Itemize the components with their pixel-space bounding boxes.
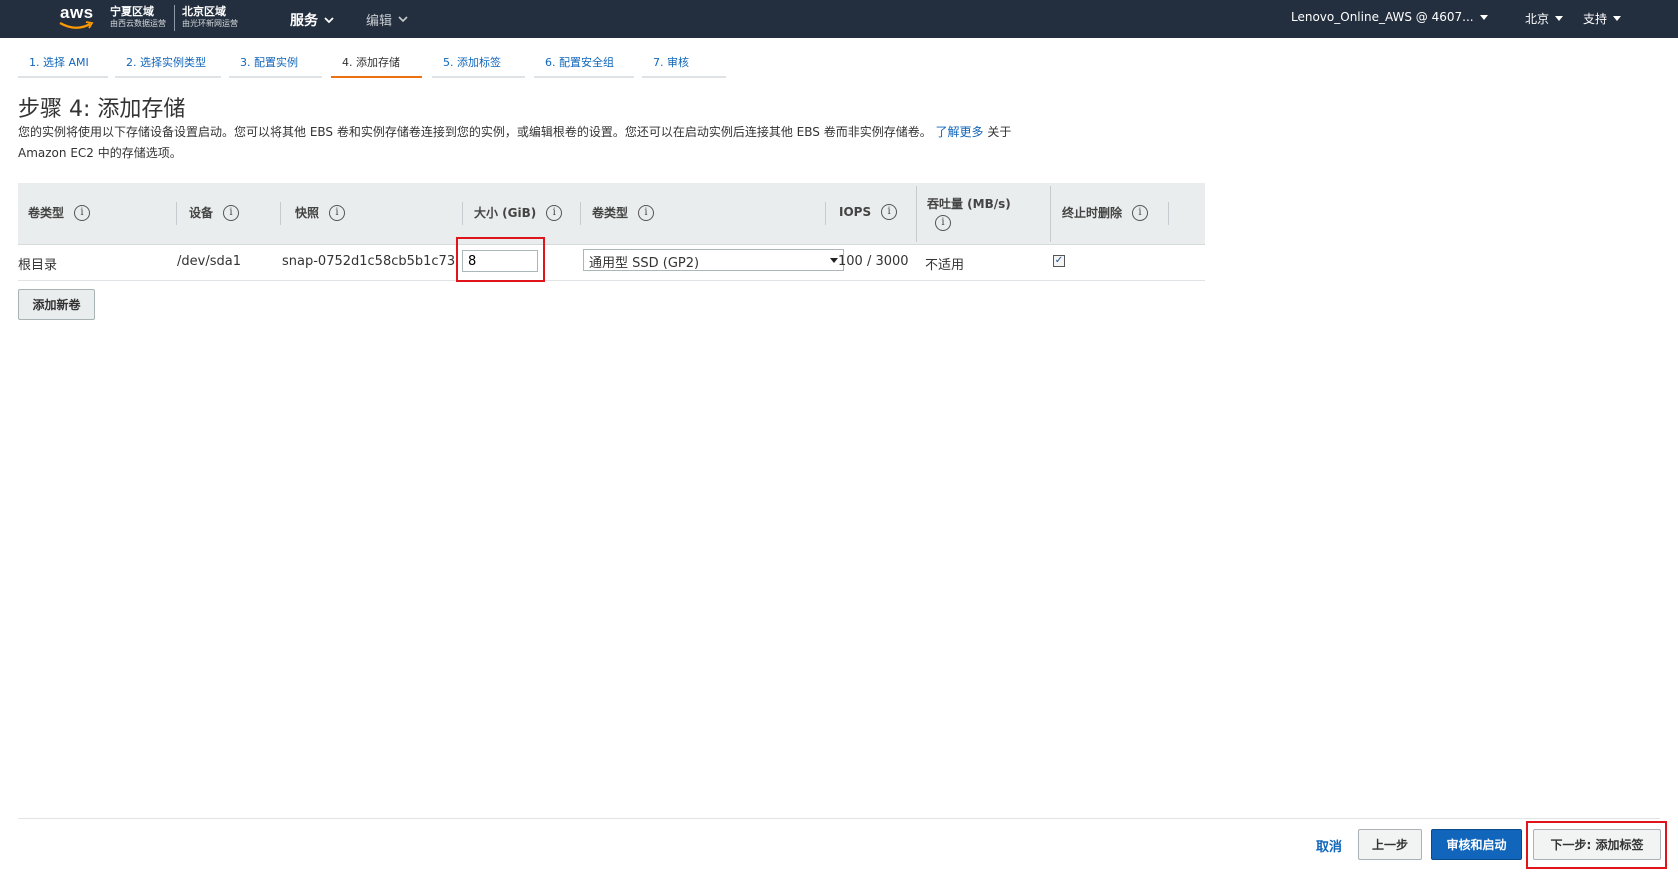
header-snapshot: 快照 i (295, 204, 346, 221)
services-label: 服务 (290, 13, 318, 29)
top-navbar: aws 宁夏区域 由西云数据运营 北京区域 由光环新网运营 服务 编辑 Leno… (0, 0, 1678, 38)
column-divider (176, 202, 177, 225)
region-ningxia-subtitle: 由西云数据运营 (110, 19, 166, 28)
header-iops-label: IOPS (839, 205, 872, 219)
info-icon[interactable]: i (74, 204, 91, 221)
chevron-down-icon (398, 16, 408, 23)
services-menu[interactable]: 服务 (290, 10, 334, 30)
header-volume-type-label: 卷类型 (28, 206, 65, 220)
column-divider (825, 202, 826, 225)
chevron-down-icon (324, 16, 334, 23)
review-and-launch-button[interactable]: 审核和启动 (1431, 829, 1522, 860)
cell-throughput: 不适用 (925, 258, 965, 273)
page-title: 步骤 4: 添加存储 (18, 97, 186, 122)
aws-logo[interactable]: aws (58, 3, 102, 35)
header-iops: IOPS i (839, 204, 898, 220)
caret-down-icon (1613, 16, 1622, 21)
aws-logo-text: aws (60, 3, 94, 22)
region-ningxia: 宁夏区域 由西云数据运营 (110, 5, 166, 29)
description-text: 您的实例将使用以下存储设备设置启动。您可以将其他 EBS 卷和实例存储卷连接到您… (18, 125, 932, 139)
info-icon[interactable]: i (546, 204, 563, 221)
info-icon[interactable]: i (935, 215, 951, 231)
step-add-tags[interactable]: 5. 添加标签 (432, 54, 525, 78)
step-add-storage[interactable]: 4. 添加存储 (331, 54, 422, 78)
edit-menu[interactable]: 编辑 (366, 10, 408, 29)
region-ningxia-title: 宁夏区域 (110, 5, 154, 18)
step-choose-instance-type[interactable]: 2. 选择实例类型 (115, 54, 221, 78)
caret-down-icon (1479, 14, 1488, 20)
header-throughput: 吞吐量 (MB/s) i (927, 195, 1011, 231)
column-divider (1050, 186, 1051, 242)
region-beijing: 北京区域 由光环新网运营 (182, 5, 238, 29)
column-divider (462, 202, 463, 225)
dropdown-arrow-icon (830, 258, 838, 263)
region-beijing-subtitle: 由光环新网运营 (182, 19, 238, 28)
step-configure-security-group[interactable]: 6. 配置安全组 (534, 54, 634, 78)
region-divider (174, 5, 175, 31)
header-delete-on-termination: 终止时删除 i (1062, 204, 1149, 221)
volume-type-selected-value: 通用型 SSD (GP2) (589, 256, 700, 271)
account-label: Lenovo_Online_AWS @ 4607... (1291, 10, 1474, 24)
header-throughput-label: 吞吐量 (MB/s) (927, 197, 1011, 211)
cell-volume-type: 根目录 (18, 258, 58, 273)
info-icon[interactable]: i (881, 204, 898, 220)
add-new-volume-button[interactable]: 添加新卷 (18, 289, 95, 320)
region-beijing-title: 北京区域 (182, 5, 226, 18)
table-row: 根目录 /dev/sda1 snap-0752d1c58cb5b1c73 通用型… (18, 244, 1205, 281)
region-label: 北京 (1525, 12, 1550, 26)
size-input[interactable] (462, 250, 538, 272)
learn-more-link[interactable]: 了解更多 (936, 125, 984, 139)
header-size: 大小 (GiB) i (474, 204, 563, 221)
info-icon[interactable]: i (223, 204, 240, 221)
column-divider (280, 202, 281, 225)
column-divider (580, 202, 581, 225)
header-snapshot-label: 快照 (295, 206, 320, 220)
aws-smile-icon (59, 21, 94, 29)
cancel-link[interactable]: 取消 (1316, 836, 1342, 855)
header-ebs-volume-type-label: 卷类型 (592, 206, 629, 220)
delete-on-termination-checkbox[interactable]: ✓ (1053, 255, 1065, 267)
footer-divider (18, 818, 1660, 819)
page-description: 您的实例将使用以下存储设备设置启动。您可以将其他 EBS 卷和实例存储卷连接到您… (18, 122, 1038, 164)
previous-button[interactable]: 上一步 (1358, 829, 1422, 860)
header-size-label: 大小 (GiB) (474, 206, 537, 220)
step-review[interactable]: 7. 审核 (642, 54, 726, 78)
info-icon[interactable]: i (329, 204, 346, 221)
header-device: 设备 i (189, 204, 240, 221)
header-delete-on-termination-label: 终止时删除 (1062, 206, 1123, 220)
edit-label: 编辑 (366, 14, 393, 29)
header-device-label: 设备 (189, 206, 214, 220)
header-ebs-volume-type: 卷类型 i (592, 204, 655, 221)
header-volume-type: 卷类型 i (28, 204, 91, 221)
storage-table-header: 卷类型 i 设备 i 快照 i 大小 (GiB) i 卷类型 i IOPS i … (18, 183, 1205, 245)
column-divider (1168, 202, 1169, 225)
caret-down-icon (1555, 16, 1564, 21)
next-add-tags-button[interactable]: 下一步: 添加标签 (1533, 829, 1661, 860)
info-icon[interactable]: i (638, 204, 655, 221)
cell-iops: 100 / 3000 (838, 254, 909, 269)
volume-type-select[interactable]: 通用型 SSD (GP2) (583, 249, 844, 271)
info-icon[interactable]: i (1132, 204, 1149, 221)
region-menu[interactable]: 北京 (1525, 10, 1564, 27)
step-choose-ami[interactable]: 1. 选择 AMI (18, 54, 108, 78)
cell-snapshot: snap-0752d1c58cb5b1c73 (282, 254, 456, 269)
support-label: 支持 (1583, 12, 1608, 26)
support-menu[interactable]: 支持 (1583, 10, 1622, 27)
step-configure-instance[interactable]: 3. 配置实例 (229, 54, 322, 78)
account-menu[interactable]: Lenovo_Online_AWS @ 4607... (1291, 10, 1488, 24)
cell-device: /dev/sda1 (177, 254, 241, 269)
column-divider (916, 186, 917, 242)
